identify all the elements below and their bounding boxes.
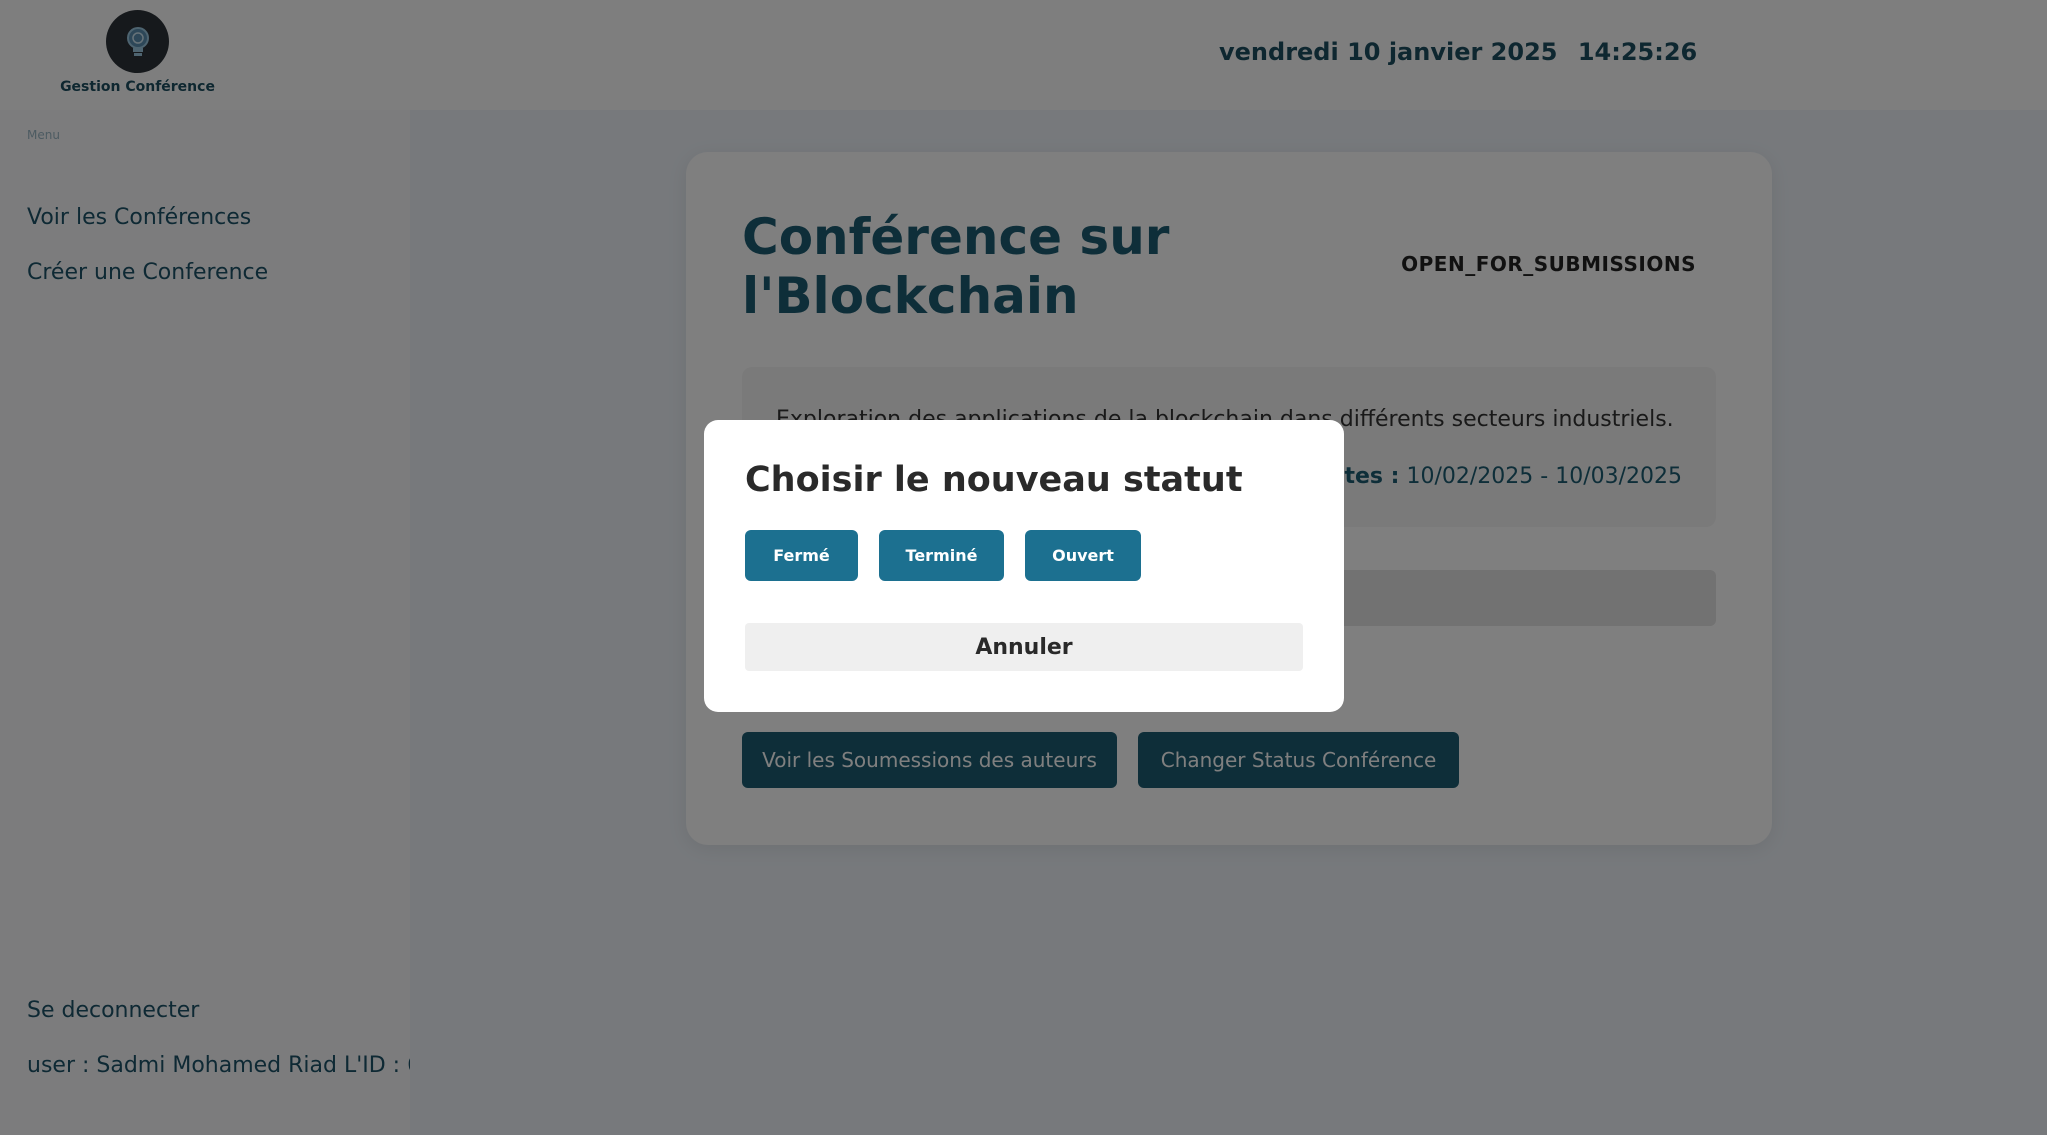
- status-ouvert-button[interactable]: Ouvert: [1025, 530, 1141, 581]
- status-ferme-button[interactable]: Fermé: [745, 530, 858, 581]
- status-modal: Choisir le nouveau statut Fermé Terminé …: [704, 420, 1344, 712]
- modal-title: Choisir le nouveau statut: [745, 460, 1243, 500]
- status-termine-button[interactable]: Terminé: [879, 530, 1004, 581]
- cancel-button[interactable]: Annuler: [745, 623, 1303, 671]
